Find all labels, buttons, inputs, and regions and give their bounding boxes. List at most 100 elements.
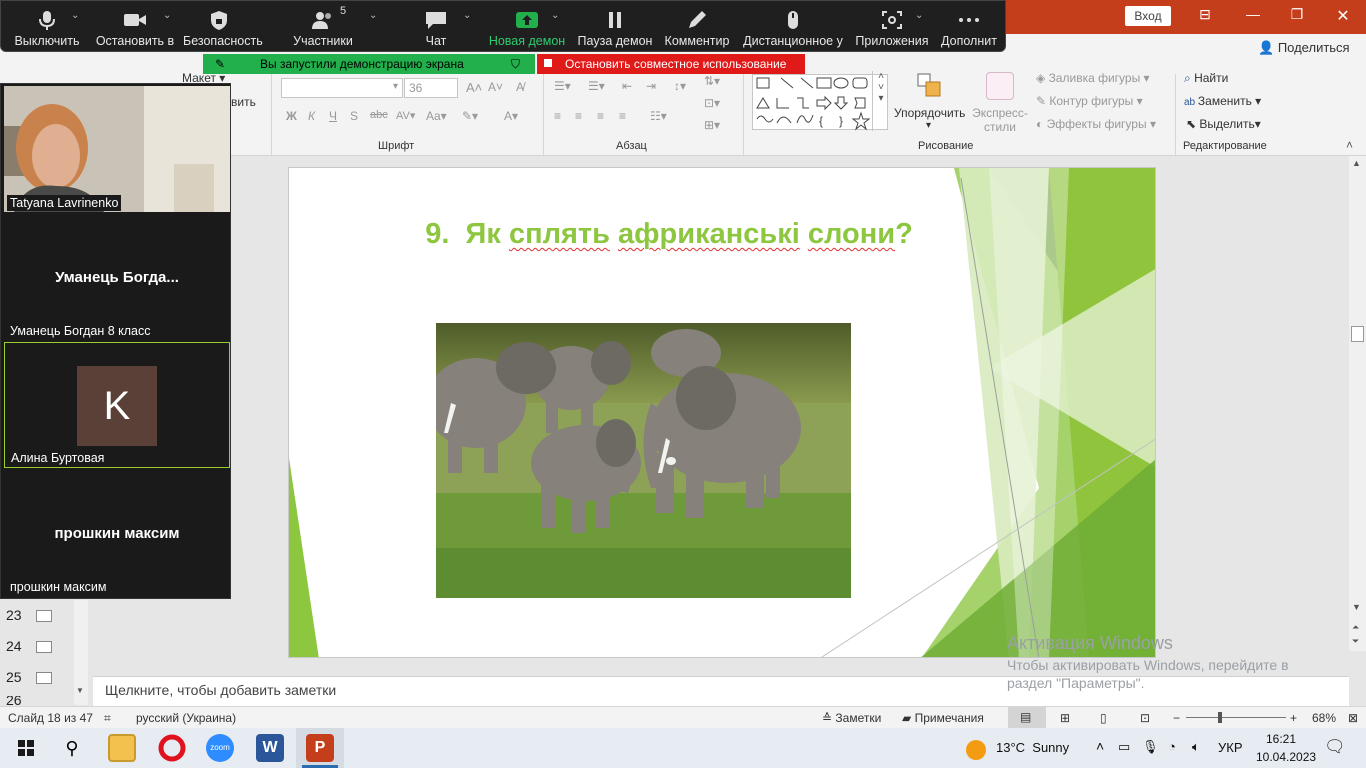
slide-title[interactable]: 9. Як сплять африканські слони? bbox=[289, 218, 1049, 251]
thumbnail-number[interactable]: 26 bbox=[6, 696, 22, 705]
maximize-icon[interactable]: ❐ bbox=[1284, 6, 1310, 28]
word-icon[interactable]: W bbox=[256, 734, 284, 762]
italic-icon[interactable]: К bbox=[308, 109, 315, 123]
slide-thumbnail[interactable] bbox=[36, 672, 52, 684]
notes-placeholder[interactable]: Щелкните, чтобы добавить заметки bbox=[105, 682, 336, 698]
thumbnail-number[interactable]: 25 bbox=[6, 669, 22, 685]
replace-button[interactable]: ab Заменить ▾ bbox=[1184, 94, 1261, 108]
chat-chevron-icon[interactable]: ⌄ bbox=[463, 10, 471, 21]
participants-button[interactable]: Участники bbox=[289, 1, 357, 53]
columns-icon[interactable]: ☷▾ bbox=[650, 109, 667, 123]
zoom-slider-thumb[interactable] bbox=[1218, 712, 1222, 723]
clock-date[interactable]: 10.04.2023 bbox=[1256, 750, 1316, 764]
participants-chevron-icon[interactable]: ⌄ bbox=[369, 10, 377, 21]
underline-icon[interactable]: Ч bbox=[329, 109, 337, 123]
show-hidden-icons[interactable]: ˄ bbox=[1096, 738, 1104, 754]
zoom-out-icon[interactable]: − bbox=[1173, 711, 1180, 725]
spellcheck-icon[interactable]: ⌗ bbox=[104, 711, 111, 726]
line-spacing-icon[interactable]: ↕▾ bbox=[674, 79, 686, 93]
increase-indent-icon[interactable]: ⇥ bbox=[646, 79, 656, 93]
mute-button[interactable]: Выключить bbox=[9, 1, 85, 53]
thumbnail-number[interactable]: 23 bbox=[6, 607, 22, 623]
participant-tile[interactable]: Tatyana Lavrinenko bbox=[4, 86, 230, 212]
chat-button[interactable]: Чат bbox=[415, 1, 457, 53]
highlight-icon[interactable]: ✎▾ bbox=[462, 109, 478, 123]
share-button[interactable]: 👤 Поделиться bbox=[1258, 40, 1350, 56]
remote-control-button[interactable]: Дистанционное у bbox=[741, 1, 845, 53]
shape-outline-button[interactable]: ✎ Контур фигуры ▾ bbox=[1036, 94, 1143, 108]
participant-tile[interactable]: Уманець Богда... Уманець Богдан 8 класс bbox=[4, 214, 230, 340]
align-left-icon[interactable]: ≡ bbox=[554, 109, 561, 123]
sun-icon[interactable] bbox=[966, 740, 986, 760]
shapes-scroll[interactable]: ˄ ˅ ▾ bbox=[872, 71, 889, 131]
language-indicator[interactable]: русский (Украина) bbox=[136, 711, 236, 725]
numbering-icon[interactable]: ☰▾ bbox=[588, 79, 605, 93]
search-icon[interactable]: ⚲ bbox=[58, 734, 86, 762]
canvas-scrollbar[interactable]: ▲ ▼ ⏶ ⏷ bbox=[1349, 156, 1366, 651]
strikethrough-icon[interactable]: abc bbox=[370, 109, 388, 121]
annotate-button[interactable]: Комментир bbox=[663, 1, 731, 53]
slide-thumbnail[interactable] bbox=[36, 641, 52, 653]
apps-button[interactable]: Приложения bbox=[855, 1, 929, 53]
scroll-thumb[interactable] bbox=[1351, 326, 1364, 342]
slide-sorter-icon[interactable]: ⊞ bbox=[1060, 711, 1070, 725]
elephants-photo[interactable] bbox=[436, 323, 851, 598]
opera-icon[interactable] bbox=[158, 734, 186, 762]
arrange-icon[interactable] bbox=[916, 72, 944, 100]
stop-video-button[interactable]: Остановить в bbox=[93, 1, 177, 53]
minimize-icon[interactable]: — bbox=[1240, 6, 1266, 28]
shadow-icon[interactable]: S bbox=[350, 109, 358, 123]
video-options-chevron-icon[interactable]: ⌄ bbox=[163, 10, 171, 21]
pin-icon[interactable]: ✎ bbox=[215, 54, 225, 74]
share-options-chevron-icon[interactable]: ⌄ bbox=[551, 10, 559, 21]
align-center-icon[interactable]: ≡ bbox=[575, 109, 582, 123]
font-color-icon[interactable]: A▾ bbox=[504, 109, 518, 123]
zoom-slider[interactable] bbox=[1186, 712, 1286, 723]
volume-icon[interactable]: 🔈︎ bbox=[1192, 739, 1200, 755]
network-icon[interactable]: ◔ bbox=[1168, 739, 1176, 754]
prev-slide-icon[interactable]: ⏶ bbox=[1352, 622, 1359, 633]
more-button[interactable]: Дополнит bbox=[937, 1, 1001, 53]
justify-icon[interactable]: ≡ bbox=[619, 109, 626, 123]
new-share-button[interactable]: Новая демон bbox=[487, 1, 567, 53]
powerpoint-taskbar-item[interactable]: P bbox=[296, 728, 344, 768]
ribbon-display-icon[interactable]: ⊟ bbox=[1192, 6, 1218, 28]
normal-view-icon[interactable]: ▤ bbox=[1008, 707, 1046, 728]
clear-format-icon[interactable]: A̸ bbox=[516, 80, 524, 94]
font-size-select[interactable]: 36 bbox=[404, 78, 458, 98]
microphone-icon[interactable]: 🎙︎ bbox=[1142, 739, 1159, 755]
notes-button[interactable]: ≙ Заметки bbox=[822, 711, 881, 725]
grow-font-icon[interactable]: A˄ bbox=[466, 80, 482, 95]
align-right-icon[interactable]: ≡ bbox=[597, 109, 604, 123]
login-button[interactable]: Вход bbox=[1125, 6, 1171, 26]
comments-button[interactable]: ▰ Примечания bbox=[902, 711, 984, 725]
pause-share-button[interactable]: Пауза демон bbox=[577, 1, 653, 53]
scroll-down-icon[interactable]: ▼ bbox=[1352, 602, 1361, 612]
fit-slide-icon[interactable]: ⊠ bbox=[1348, 711, 1358, 725]
shrink-font-icon[interactable]: A˅ bbox=[488, 80, 503, 94]
font-family-select[interactable]: ▾ bbox=[281, 78, 403, 98]
smartart-icon[interactable]: ⊞▾ bbox=[704, 118, 720, 132]
align-text-icon[interactable]: ⊡▾ bbox=[704, 96, 720, 110]
quick-styles-icon[interactable] bbox=[986, 72, 1014, 100]
stop-share-button[interactable]: Остановить совместное использование bbox=[537, 54, 805, 74]
apps-chevron-icon[interactable]: ⌄ bbox=[915, 10, 923, 21]
zoom-in-icon[interactable]: + bbox=[1290, 711, 1297, 725]
notifications-icon[interactable]: 🗨︎ bbox=[1324, 737, 1346, 757]
scroll-up-icon[interactable]: ▲ bbox=[1352, 158, 1361, 168]
windows-start-icon[interactable] bbox=[12, 734, 40, 762]
file-explorer-icon[interactable] bbox=[108, 734, 136, 762]
audio-options-chevron-icon[interactable]: ⌄ bbox=[71, 10, 79, 21]
arrange-button[interactable]: Упорядочить bbox=[894, 106, 965, 120]
quick-styles-button[interactable]: Экспресс-стили bbox=[970, 106, 1030, 134]
change-case-icon[interactable]: Aa▾ bbox=[426, 109, 447, 123]
zoom-app-icon[interactable]: zoom bbox=[206, 734, 234, 762]
select-button[interactable]: ⬉ Выделить▾ bbox=[1186, 117, 1261, 131]
bold-icon[interactable]: Ж bbox=[286, 109, 297, 123]
shapes-gallery[interactable]: { } bbox=[752, 74, 888, 131]
find-button[interactable]: ⌕ Найти bbox=[1184, 71, 1228, 86]
participant-tile-active[interactable]: K Алина Буртовая bbox=[4, 342, 230, 468]
reset-button-partial[interactable]: вить bbox=[231, 95, 256, 109]
thumbnail-number[interactable]: 24 bbox=[6, 638, 22, 654]
slide-thumbnail[interactable] bbox=[36, 610, 52, 622]
